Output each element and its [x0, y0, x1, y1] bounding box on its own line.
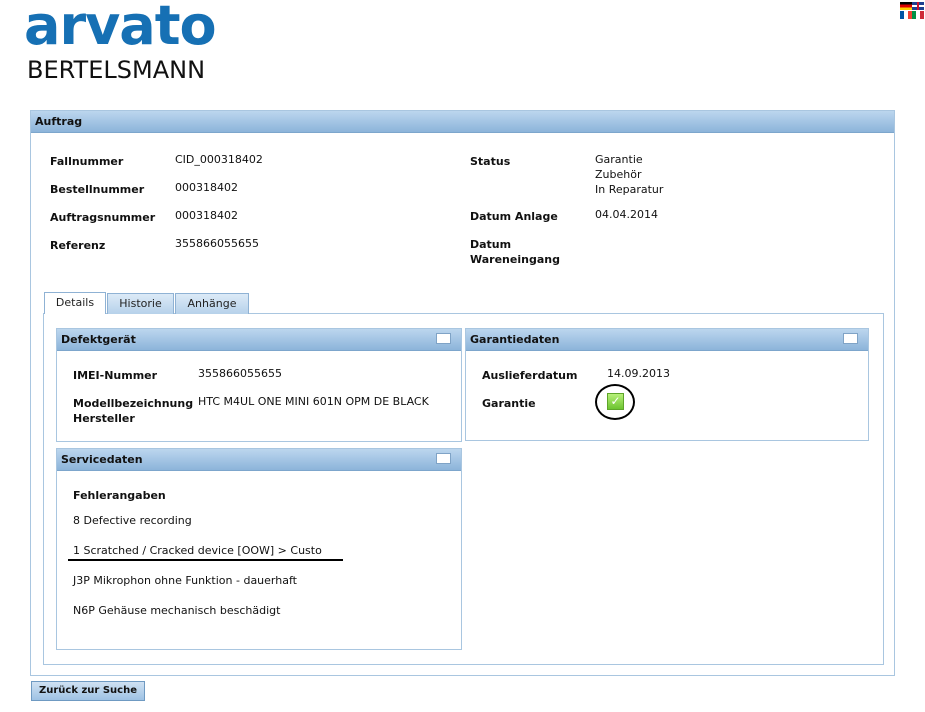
it-flag-icon[interactable]	[912, 11, 924, 19]
modell-label: Modellbezeichnung	[73, 397, 194, 410]
bestellnummer-value: 000318402	[175, 181, 238, 194]
fehlerangaben-label: Fehlerangaben	[73, 489, 166, 502]
auslieferdatum-label: Auslieferdatum	[482, 369, 578, 382]
garantiedaten-box: Garantiedaten	[465, 328, 869, 441]
referenz-value: 355866055655	[175, 237, 259, 250]
imei-value: 355866055655	[198, 367, 282, 380]
fr-flag-icon[interactable]	[900, 11, 912, 19]
brand-logo-bottom: BERTELSMANN	[27, 56, 206, 84]
error-item-2: 1 Scratched / Cracked device [OOW] > Cus…	[73, 544, 322, 557]
error-item-4: N6P Gehäuse mechanisch beschädigt	[73, 604, 281, 617]
tab-anhaenge[interactable]: Anhänge	[175, 293, 249, 314]
modell-value: HTC M4UL ONE MINI 601N OPM DE BLACK	[198, 395, 429, 408]
tab-historie[interactable]: Historie	[107, 293, 174, 314]
annotation-circle	[595, 384, 635, 420]
servicedaten-header: Servicedaten	[57, 449, 461, 471]
datum-wareneingang-label-1: Datum	[470, 238, 512, 251]
defektgeraet-toggle-button[interactable]	[436, 333, 451, 344]
datum-anlage-value: 04.04.2014	[595, 208, 658, 221]
status-label: Status	[470, 155, 511, 168]
status-value-1: Garantie	[595, 153, 643, 166]
hersteller-label: Hersteller	[73, 412, 135, 425]
referenz-label: Referenz	[50, 239, 106, 252]
status-value-2: Zubehör	[595, 168, 642, 181]
error-item-3: J3P Mikrophon ohne Funktion - dauerhaft	[73, 574, 297, 587]
imei-label: IMEI-Nummer	[73, 369, 158, 382]
datum-wareneingang-label-2: Wareneingang	[470, 253, 560, 266]
bestellnummer-label: Bestellnummer	[50, 183, 145, 196]
servicedaten-toggle-button[interactable]	[436, 453, 451, 464]
status-value-3: In Reparatur	[595, 183, 664, 196]
defektgeraet-header: Defektgerät	[57, 329, 461, 351]
garantiedaten-toggle-button[interactable]	[843, 333, 858, 344]
annotation-underline	[68, 559, 343, 561]
auftragsnummer-value: 000318402	[175, 209, 238, 222]
auslieferdatum-value: 14.09.2013	[607, 367, 670, 380]
datum-anlage-label: Datum Anlage	[470, 210, 558, 223]
fallnummer-label: Fallnummer	[50, 155, 124, 168]
brand-logo-top: arvato	[24, 0, 217, 57]
back-to-search-button[interactable]: Zurück zur Suche	[31, 681, 145, 701]
auftragsnummer-label: Auftragsnummer	[50, 211, 156, 224]
auftrag-header: Auftrag	[31, 111, 894, 133]
tab-details[interactable]: Details	[44, 292, 106, 314]
garantie-label: Garantie	[482, 397, 536, 410]
uk-flag-icon[interactable]	[912, 2, 924, 10]
error-item-1: 8 Defective recording	[73, 514, 192, 527]
de-flag-icon[interactable]	[900, 2, 912, 10]
garantiedaten-header: Garantiedaten	[466, 329, 868, 351]
fallnummer-value: CID_000318402	[175, 153, 263, 166]
